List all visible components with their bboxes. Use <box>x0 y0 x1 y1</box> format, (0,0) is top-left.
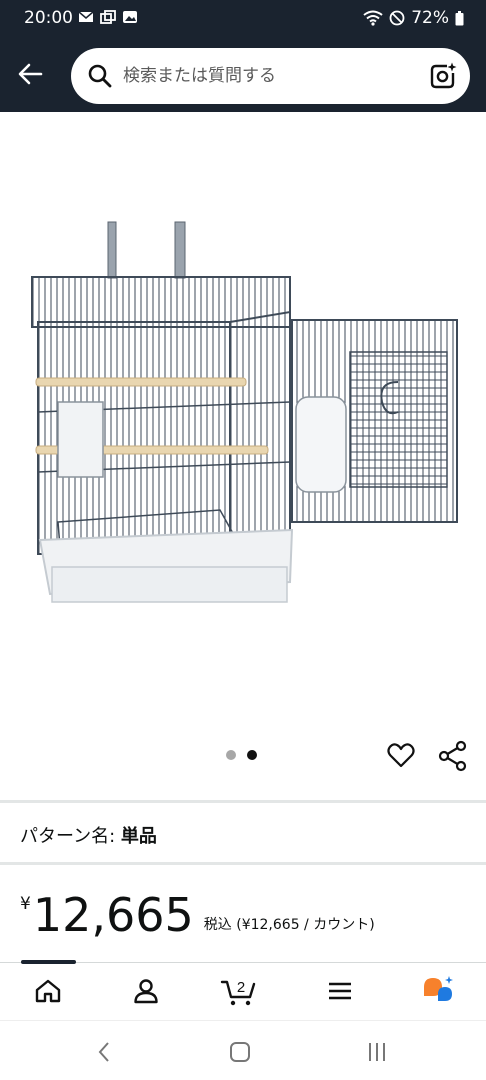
status-bar: 20:00 72% <box>0 0 486 36</box>
nav-menu[interactable] <box>320 973 360 1009</box>
product-image[interactable] <box>0 112 486 732</box>
share-icon <box>438 740 467 772</box>
bottom-nav: 2 <box>0 960 486 1018</box>
nav-ai-assistant[interactable] <box>418 973 458 1009</box>
home-square-icon <box>230 1042 250 1062</box>
ai-assistant-icon <box>424 976 453 1001</box>
battery-percent: 72% <box>411 8 449 28</box>
image-icon <box>123 11 137 23</box>
status-time: 20:00 <box>24 8 73 28</box>
back-arrow-icon <box>18 63 43 85</box>
search-icon <box>88 64 112 88</box>
recents-icon <box>369 1043 385 1061</box>
status-left-icons <box>78 10 138 24</box>
variant-value: 単品 <box>120 826 157 847</box>
account-icon <box>134 979 158 1004</box>
nav-home[interactable] <box>28 973 68 1009</box>
system-home-button[interactable] <box>220 1039 260 1065</box>
app-header <box>0 36 486 112</box>
divider <box>0 800 486 803</box>
menu-icon <box>329 982 351 1000</box>
heart-icon <box>387 743 415 768</box>
search-bar[interactable] <box>71 48 470 104</box>
price-amount: 12,665 <box>32 888 194 942</box>
mail-icon <box>78 11 94 22</box>
price-currency: ¥ <box>20 894 31 914</box>
search-input[interactable] <box>123 60 423 92</box>
image-carousel-dots <box>226 750 257 760</box>
do-not-disturb-icon <box>389 10 405 26</box>
home-icon <box>35 979 61 1003</box>
nav-account[interactable] <box>126 973 166 1009</box>
cart-count: 2 <box>237 979 245 996</box>
carousel-dot-1[interactable] <box>226 750 236 760</box>
nav-active-indicator <box>21 960 76 964</box>
battery-icon <box>455 10 464 25</box>
variant-selector[interactable]: パターン名: 単品 <box>20 822 157 848</box>
price-tax-note: 税込 (¥12,665 / カウント) <box>203 917 375 933</box>
tabs-icon <box>100 10 116 24</box>
wifi-icon <box>363 10 383 26</box>
system-back-button[interactable] <box>84 1039 124 1065</box>
system-nav-bar <box>0 1020 486 1080</box>
system-recents-button[interactable] <box>357 1039 397 1065</box>
divider <box>0 862 486 865</box>
nav-cart[interactable]: 2 <box>220 973 260 1009</box>
chevron-left-icon <box>98 1042 109 1062</box>
status-right-icons: 72% <box>363 8 464 28</box>
carousel-dot-2[interactable] <box>247 750 257 760</box>
camera-icon[interactable] <box>428 61 458 91</box>
wishlist-button[interactable] <box>386 740 416 774</box>
cart-icon: 2 <box>220 979 256 1006</box>
price-block: ¥ 12,665 税込 (¥12,665 / カウント) <box>20 888 375 942</box>
back-button[interactable] <box>10 54 50 94</box>
share-button[interactable] <box>437 740 469 776</box>
variant-label: パターン名: <box>20 826 121 847</box>
bird-cage-image <box>31 221 458 603</box>
